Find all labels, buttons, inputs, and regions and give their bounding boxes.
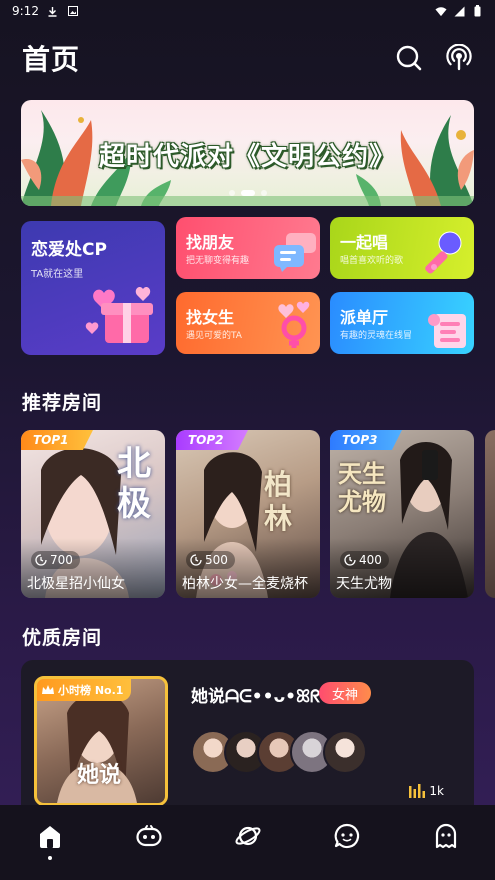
chat-icon	[334, 823, 359, 848]
avatar[interactable]	[323, 730, 367, 774]
nav-messages[interactable]	[317, 811, 377, 871]
heat-icon	[35, 554, 47, 566]
notification-icon	[67, 5, 79, 17]
room-popularity: 700	[31, 551, 80, 569]
heat-icon	[344, 554, 356, 566]
search-button[interactable]	[395, 44, 423, 72]
page-title: 首页	[22, 43, 81, 76]
category-card-find-girls[interactable]: 找女生 遇见可爱的TA	[176, 292, 320, 354]
gift-hearts-icon	[85, 286, 153, 343]
search-icon	[396, 45, 422, 71]
nav-discover[interactable]	[218, 811, 278, 871]
battery-icon	[471, 5, 483, 17]
premium-room-name: 她说ᗩᕮ••ᴗ•ꕤᖇ	[191, 687, 321, 707]
hourly-rank-badge: 小时榜 No.1	[37, 679, 132, 701]
category-subtitle: TA就在这里	[31, 269, 84, 280]
room-count-value: 400	[359, 553, 382, 567]
room-cover-text: 天生尤物	[338, 459, 386, 516]
signal-icon	[453, 5, 465, 17]
game-controller-icon	[135, 824, 162, 846]
active-indicator	[47, 855, 52, 860]
microphone-icon	[425, 231, 462, 274]
live-broadcast-icon	[446, 44, 472, 71]
rank-badge: TOP1	[21, 430, 93, 450]
audio-bars-icon	[409, 784, 426, 798]
listener-count: 1k	[409, 784, 444, 798]
status-bar: 9:12	[0, 0, 495, 22]
promo-banner[interactable]: 超时代派对《文明公约》	[21, 100, 474, 206]
nav-game[interactable]	[119, 811, 179, 871]
category-card-find-friends[interactable]: 找朋友 把无聊变得有趣	[176, 217, 320, 279]
room-name: 柏林少女—全麦烧杯	[182, 576, 308, 592]
category-subtitle: 唱首喜欢听的歌	[340, 256, 404, 266]
female-symbol-icon	[278, 301, 310, 348]
category-card-order-hall[interactable]: 派单厅 有趣的灵魂在线冒	[330, 292, 474, 354]
nav-home[interactable]	[20, 811, 80, 871]
banner-dot[interactable]	[260, 190, 267, 196]
thumbnail-text: 她说	[77, 763, 122, 788]
heat-icon	[190, 554, 202, 566]
section-title-premium: 优质房间	[22, 627, 103, 649]
goddess-tag: 女神	[319, 682, 372, 704]
crown-icon	[42, 685, 54, 694]
ghost-profile-icon	[435, 823, 456, 848]
category-title: 找女生	[186, 308, 235, 327]
premium-room-thumbnail: 她说 小时榜 No.1	[34, 676, 168, 806]
category-subtitle: 把无聊变得有趣	[186, 256, 250, 266]
rank-badge: TOP2	[176, 430, 248, 450]
room-member-avatars	[191, 730, 371, 774]
planet-icon	[235, 826, 260, 845]
room-card-partial[interactable]	[485, 430, 495, 598]
status-time: 9:12	[12, 4, 39, 18]
listener-count-value: 1k	[429, 784, 444, 798]
banner-pagination	[21, 190, 474, 196]
wifi-icon	[435, 5, 447, 17]
room-cover-text: 柏林	[264, 468, 293, 535]
room-count-value: 700	[50, 553, 73, 567]
banner-dot-active[interactable]	[240, 190, 255, 196]
banner-dot[interactable]	[228, 190, 235, 196]
chat-bubbles-icon	[274, 233, 316, 272]
room-card[interactable]: 天生尤物 TOP3 400 天生尤物	[330, 430, 474, 598]
room-name: 天生尤物	[336, 576, 392, 592]
banner-title: 超时代派对《文明公约》	[98, 142, 396, 172]
room-popularity: 500	[186, 551, 235, 569]
room-card[interactable]: 柏林 TOP2 500 柏林少女—全麦烧杯	[176, 430, 320, 598]
category-title: 派单厅	[340, 308, 389, 327]
room-count-value: 500	[205, 553, 228, 567]
scroll-list-icon	[428, 314, 466, 348]
nav-profile[interactable]	[416, 811, 476, 871]
room-name: 北极星招小仙女	[27, 576, 125, 592]
live-broadcast-button[interactable]	[445, 44, 473, 72]
room-popularity: 400	[340, 551, 389, 569]
premium-room-card[interactable]: 她说 小时榜 No.1 她说ᗩᕮ••ᴗ•ꕤᖇ 女神 1k	[21, 660, 474, 820]
rank-badge: TOP3	[330, 430, 402, 450]
download-icon	[47, 5, 59, 17]
room-cover-text: 北极	[117, 444, 151, 524]
category-subtitle: 有趣的灵魂在线冒	[340, 331, 413, 341]
category-card-sing-together[interactable]: 一起唱 唱首喜欢听的歌	[330, 217, 474, 279]
header: 首页	[22, 38, 473, 78]
category-title: 恋爱处CP	[31, 240, 107, 260]
category-subtitle: 遇见可爱的TA	[186, 331, 242, 341]
bottom-navigation	[0, 805, 495, 880]
category-title: 一起唱	[340, 233, 389, 252]
home-icon	[39, 825, 60, 848]
hourly-rank-label: 小时榜 No.1	[58, 684, 124, 697]
category-title: 找朋友	[186, 233, 235, 252]
room-card[interactable]: 北极 TOP1 700 北极星招小仙女	[21, 430, 165, 598]
section-title-recommended: 推荐房间	[22, 392, 103, 414]
category-card-cp[interactable]: 恋爱处CP TA就在这里	[21, 221, 165, 355]
